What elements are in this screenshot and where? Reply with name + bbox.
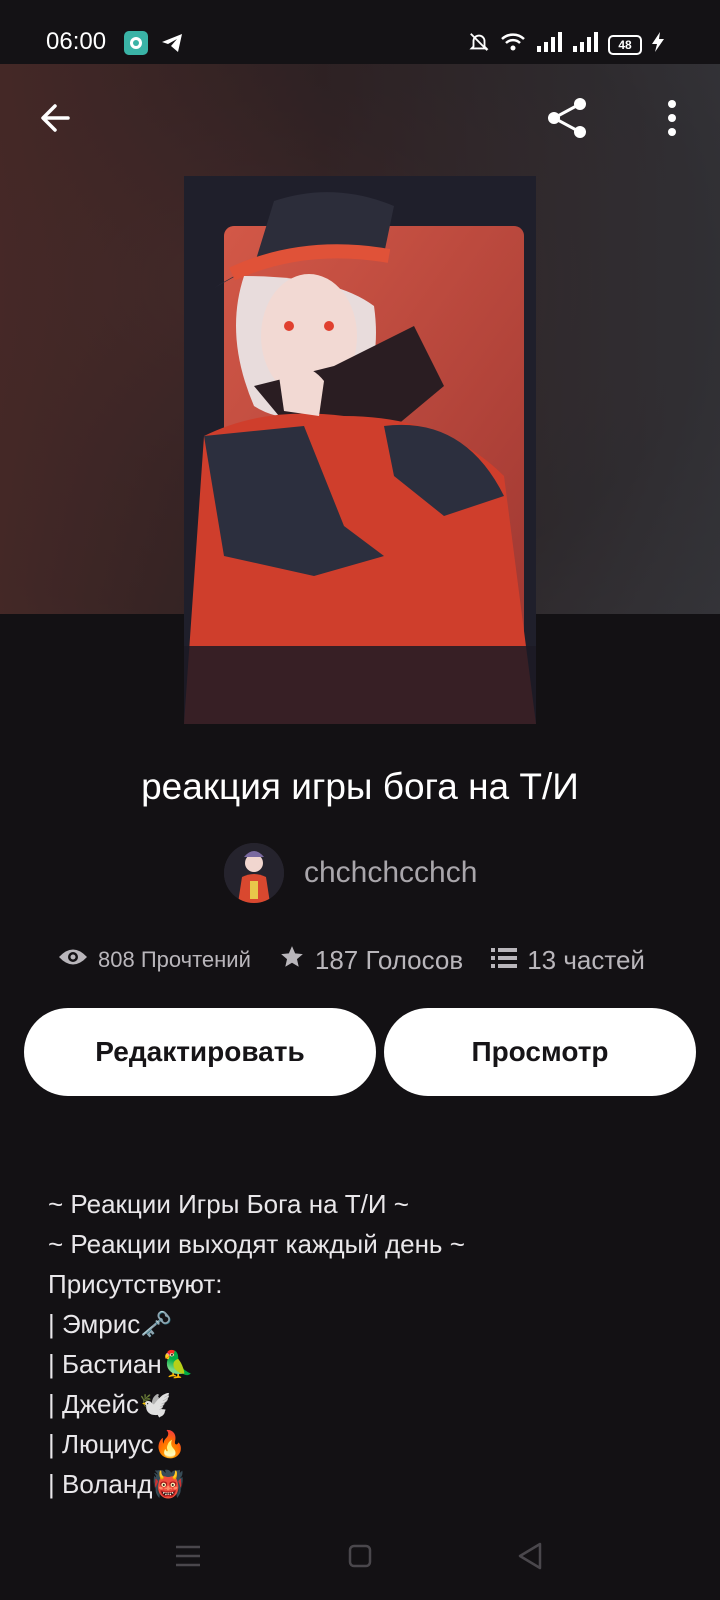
reads-count: 808 Прочтений [98,947,251,972]
status-time: 06:00 [46,28,107,55]
description-line: ~ Реакции Игры Бога на Т/И ~ [48,1189,409,1219]
description-line: | Эмрис🗝️ [48,1309,173,1339]
share-icon [544,94,592,147]
votes-count: 187 Голосов [314,944,464,975]
description-line: | Люциус🔥 [48,1429,187,1459]
charging-icon [652,32,664,57]
system-nav-bar [0,1500,720,1600]
cloud-app-icon [124,31,148,55]
menu-icon[interactable] [168,1536,208,1576]
story-description: ~ Реакции Игры Бога на Т/И ~ ~ Реакции в… [48,1184,688,1504]
story-cover-image[interactable] [184,176,536,724]
author-link[interactable]: chchchcchch [224,842,477,904]
signal-icon [536,32,562,57]
back-triangle-icon[interactable] [510,1536,550,1576]
list-icon [491,945,518,976]
parts-count: 13 частей [527,944,645,975]
telegram-icon [160,31,184,55]
description-line: | Воланд👹 [48,1469,185,1499]
mute-icon [468,31,490,58]
description-line: | Джейс🕊️ [48,1389,172,1419]
author-name: chchchcchch [304,856,478,889]
votes-stat: 187 Голосов [279,944,463,977]
eye-icon [58,946,88,974]
battery-icon: 48 [608,34,642,55]
description-line: Присутствуют: [48,1269,223,1299]
share-button[interactable] [540,92,596,148]
description-line: | Бастиан🦜 [48,1349,195,1379]
back-button[interactable] [28,92,84,148]
status-bar: 06:00 48 [0,0,720,64]
status-icons: 48 [468,31,664,58]
wifi-icon [500,31,526,58]
reads-stat: 808 Прочтений [58,946,251,974]
more-button[interactable] [644,92,700,148]
parts-stat: 13 частей [491,945,645,976]
story-stats: 808 Прочтений 187 Голосов 13 частей [58,940,678,980]
description-line: ~ Реакции выходят каждый день ~ [48,1229,465,1259]
edit-button[interactable]: Редактировать [24,1008,376,1096]
star-icon [279,944,305,977]
author-avatar [224,843,284,903]
signal-icon [572,32,598,57]
home-square-icon[interactable] [340,1536,380,1576]
story-title: реакция игры бога на Т/И [141,766,579,807]
view-button[interactable]: Просмотр [384,1008,696,1096]
more-vertical-icon [667,99,677,141]
arrow-left-icon [38,100,74,141]
